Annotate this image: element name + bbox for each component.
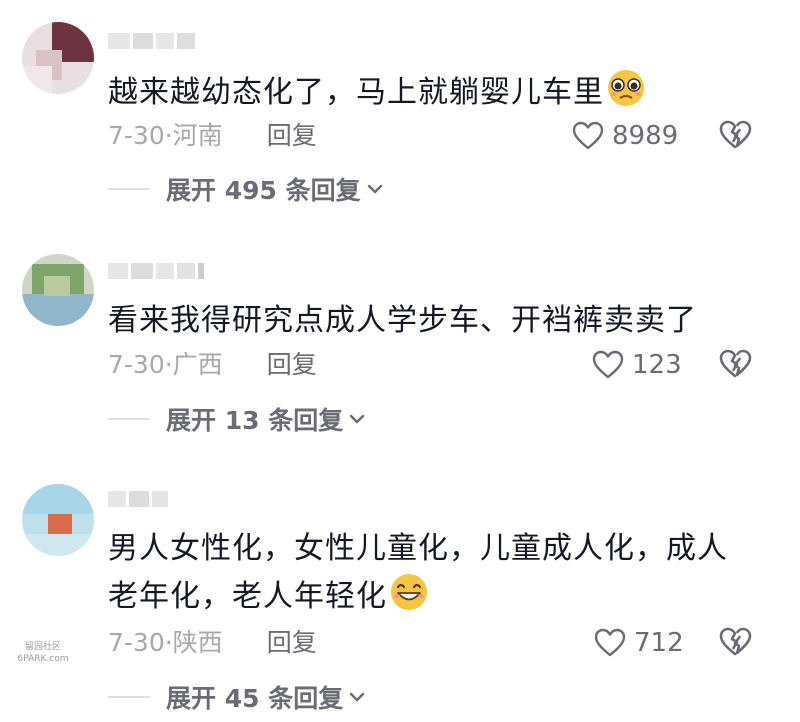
divider-line (108, 418, 150, 420)
like-count: 712 (634, 628, 684, 658)
like-button[interactable]: 8989 (572, 119, 678, 153)
username-blurred[interactable] (108, 488, 168, 510)
watermark-line1: 留园社区 (24, 642, 61, 652)
dislike-button[interactable] (718, 348, 754, 382)
chevron-down-icon (350, 692, 365, 702)
comment-text: 男人女性化，女性儿童化，儿童成人化，成人老年化，老人年轻化 (108, 526, 758, 626)
expand-replies-label: 展开 495 条回复 (166, 176, 361, 205)
chevron-down-icon (367, 184, 382, 194)
dislike-button[interactable] (718, 119, 754, 153)
pleading-face-emoji (606, 68, 646, 122)
avatar[interactable] (22, 22, 94, 94)
broken-heart-icon (719, 349, 752, 378)
like-count: 8989 (612, 121, 679, 151)
comment-meta: 7-30·陕西 回复 (108, 626, 317, 660)
comment-meta: 7-30·河南 回复 (108, 119, 317, 153)
date-location: 7-30·陕西 (108, 628, 223, 657)
comment-meta: 7-30·广西 回复 (108, 348, 317, 382)
comment-text: 看来我得研究点成人学步车、开裆裤卖卖了 (108, 303, 697, 338)
avatar[interactable] (22, 254, 94, 326)
expand-replies-button[interactable]: 展开 495 条回复 (108, 172, 383, 206)
watermark: 留园社区 6PARK.com (6, 641, 80, 665)
avatar[interactable] (22, 484, 94, 556)
broken-heart-icon (719, 120, 752, 149)
heart-icon (572, 121, 604, 150)
broken-heart-icon (719, 627, 752, 656)
reply-button[interactable]: 回复 (267, 626, 317, 660)
like-button[interactable]: 123 (592, 348, 682, 382)
expand-replies-button[interactable]: 展开 45 条回复 (108, 680, 365, 714)
like-button[interactable]: 712 (594, 626, 684, 660)
comment-text: 越来越幼态化了，马上就躺婴儿车里 (108, 68, 758, 122)
expand-replies-button[interactable]: 展开 13 条回复 (108, 402, 365, 436)
date-location: 7-30·河南 (108, 121, 223, 150)
expand-replies-label: 展开 13 条回复 (166, 406, 344, 435)
heart-icon (594, 628, 626, 657)
reply-button[interactable]: 回复 (267, 348, 317, 382)
username-blurred[interactable] (108, 30, 195, 52)
like-count: 123 (632, 350, 682, 380)
username-blurred[interactable] (108, 260, 204, 282)
watermark-line2: 6PARK.com (17, 654, 69, 664)
divider-line (108, 696, 150, 698)
divider-line (108, 188, 150, 190)
grinning-face-emoji (389, 572, 429, 626)
reply-button[interactable]: 回复 (267, 119, 317, 153)
expand-replies-label: 展开 45 条回复 (166, 684, 344, 713)
dislike-button[interactable] (718, 626, 754, 660)
date-location: 7-30·广西 (108, 350, 223, 379)
heart-icon (592, 350, 624, 379)
chevron-down-icon (350, 414, 365, 424)
